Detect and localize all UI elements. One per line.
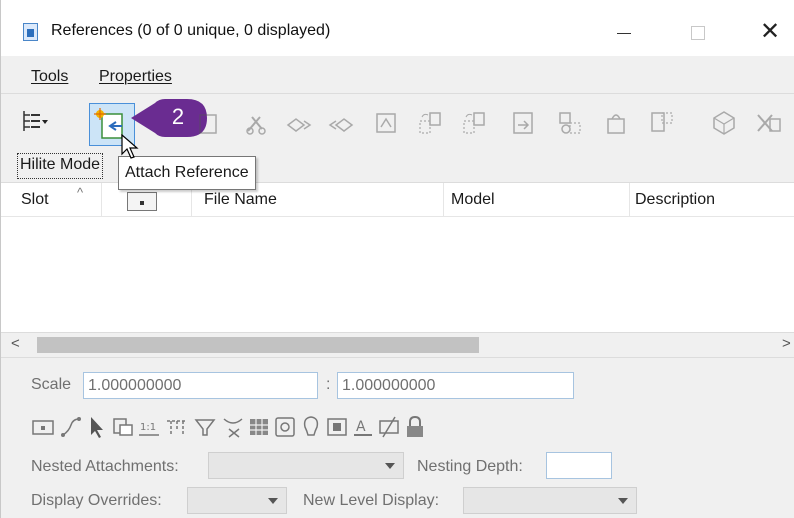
ignore-lights-icon[interactable] <box>299 414 323 440</box>
snap-toggle-icon[interactable] <box>59 414 83 440</box>
scroll-right-icon[interactable]: > <box>782 335 791 352</box>
scale-reference-field[interactable]: 1.000000000 <box>337 372 574 399</box>
use-lights-icon[interactable] <box>325 414 349 440</box>
copy-icon[interactable] <box>371 108 401 138</box>
sort-ascending-icon: ^ <box>77 185 84 200</box>
window-title: References (0 of 0 unique, 0 displayed) <box>51 22 331 39</box>
new-level-display-label: New Level Display: <box>303 492 440 509</box>
scale-separator: : <box>326 376 331 393</box>
exchange-icon[interactable] <box>283 108 313 138</box>
ignore-attachments-icon[interactable] <box>111 414 135 440</box>
tree-list-icon[interactable] <box>19 106 49 136</box>
hilite-mode-dropdown[interactable]: Hilite Mode <box>17 153 104 179</box>
locate-toggle-icon[interactable] <box>85 414 109 440</box>
display-overrides-select[interactable] <box>187 487 287 514</box>
nesting-depth-field[interactable] <box>546 452 612 479</box>
scrollbar-thumb[interactable] <box>37 337 479 353</box>
scroll-left-icon[interactable]: < <box>11 335 20 352</box>
3d-icon[interactable] <box>709 108 739 138</box>
scale-label: Scale <box>31 376 72 393</box>
menu-bar: Tools Properties <box>1 58 794 94</box>
detach-all-icon[interactable] <box>753 108 783 138</box>
svg-text:A: A <box>356 419 366 435</box>
nested-attachments-select[interactable] <box>208 452 404 479</box>
new-level-display-select[interactable] <box>463 487 637 514</box>
display-toggle-icon[interactable] <box>31 414 55 440</box>
mouse-cursor-icon <box>121 134 139 159</box>
column-header-description[interactable]: Description <box>635 191 715 209</box>
minimize-button[interactable] <box>601 14 647 50</box>
scale-icon[interactable] <box>415 108 445 138</box>
menu-tools[interactable]: Tools <box>31 68 68 86</box>
title-bar: References (0 of 0 unique, 0 displayed) … <box>1 0 794 56</box>
nesting-depth-label: Nesting Depth: <box>417 458 523 475</box>
references-app-icon <box>23 23 38 41</box>
references-table[interactable]: Slot ^ File Name Model Description <box>1 182 794 332</box>
mirror-icon[interactable] <box>509 108 539 138</box>
clip-mask-icon[interactable] <box>601 108 631 138</box>
annotation-text-icon[interactable]: A <box>351 414 375 440</box>
clip-front-icon[interactable] <box>221 414 245 440</box>
reload-icon[interactable] <box>241 108 271 138</box>
scale-line-styles-icon[interactable] <box>165 414 189 440</box>
move-icon[interactable] <box>327 108 357 138</box>
maximize-icon <box>691 26 705 41</box>
hide-raster-icon[interactable] <box>377 414 401 440</box>
close-icon: ✕ <box>759 18 781 45</box>
column-divider[interactable] <box>629 183 630 217</box>
column-header-slot[interactable]: Slot <box>21 191 49 209</box>
column-header-file-name[interactable]: File Name <box>204 191 277 209</box>
lock-icon[interactable] <box>403 414 427 440</box>
column-divider[interactable] <box>101 183 102 217</box>
chevron-down-icon <box>385 463 395 469</box>
scale-master-field[interactable]: 1.000000000 <box>83 372 318 399</box>
clip-back-icon[interactable] <box>193 414 217 440</box>
step-callout-number: 2 <box>171 104 185 129</box>
display-column-icon[interactable] <box>127 192 157 211</box>
nested-attachments-label: Nested Attachments: <box>31 458 179 475</box>
delete-clip-icon[interactable] <box>647 108 677 138</box>
references-window: References (0 of 0 unique, 0 displayed) … <box>0 0 794 518</box>
rotate-icon[interactable] <box>459 108 489 138</box>
attach-reference-tooltip: Attach Reference <box>118 156 256 190</box>
svg-text:1:1: 1:1 <box>140 422 156 433</box>
rendering-icon[interactable] <box>273 414 297 440</box>
minimize-icon <box>617 32 631 34</box>
horizontal-scrollbar[interactable]: < > <box>1 332 794 356</box>
column-header-model[interactable]: Model <box>451 191 495 209</box>
level-display-grid-icon[interactable] <box>247 414 271 440</box>
close-button[interactable]: ✕ <box>747 14 793 50</box>
menu-properties[interactable]: Properties <box>99 68 172 86</box>
display-overrides-label: Display Overrides: <box>31 492 162 509</box>
detach-icon[interactable] <box>194 108 224 138</box>
maximize-button[interactable] <box>675 14 721 50</box>
clip-boundary-icon[interactable] <box>555 108 585 138</box>
chevron-down-icon <box>268 498 278 504</box>
chevron-down-icon <box>618 498 628 504</box>
true-scale-icon[interactable]: 1:1 <box>137 414 161 440</box>
column-divider[interactable] <box>443 183 444 217</box>
